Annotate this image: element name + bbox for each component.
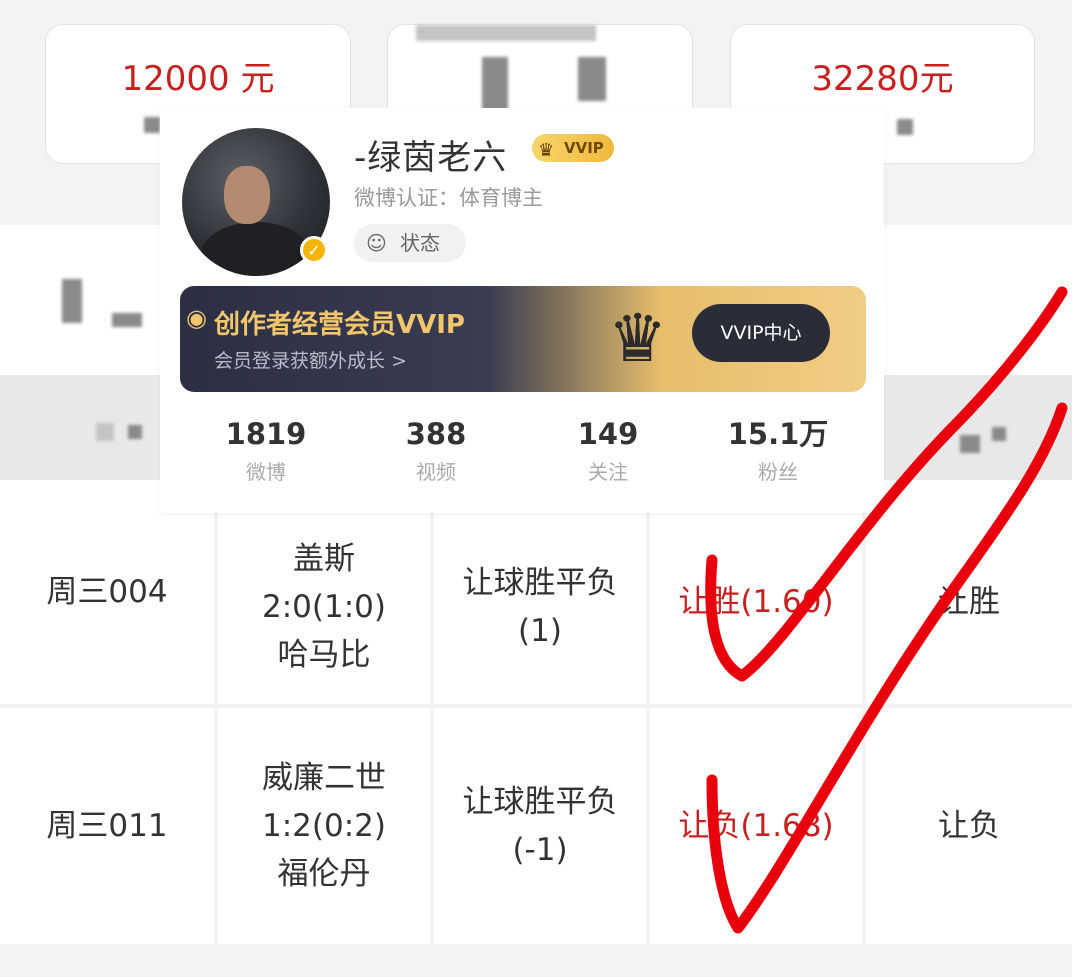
verification-text: 微博认证：体育博主 bbox=[354, 186, 543, 210]
blurred-value bbox=[416, 25, 596, 41]
blurred-label bbox=[897, 119, 913, 135]
table-cell-pick: 让负(1.68) bbox=[650, 708, 862, 944]
table-cell-match: 盖斯 2:0(1:0) 哈马比 bbox=[218, 480, 430, 704]
avatar-body bbox=[200, 222, 312, 276]
match-id: 周三004 bbox=[46, 574, 168, 610]
stat-card-value: 32280元 bbox=[811, 59, 954, 99]
result: 让负 bbox=[938, 808, 1000, 844]
pick: 让负(1.68) bbox=[678, 808, 834, 844]
table-cell-match: 威廉二世 1:2(0:2) 福伦丹 bbox=[218, 708, 430, 944]
status-button[interactable]: ☺ 状态 bbox=[354, 224, 466, 262]
crown-icon: ♛ bbox=[608, 300, 668, 377]
pick: 让胜(1.60) bbox=[678, 584, 834, 620]
stat-label: 粉丝 bbox=[758, 460, 798, 484]
stat-number: 15.1万 bbox=[727, 417, 829, 451]
profile-stat-weibo[interactable]: 1819 微博 bbox=[186, 416, 346, 492]
profile-stat-following[interactable]: 149 关注 bbox=[528, 416, 688, 492]
blurred-header-cell bbox=[96, 423, 114, 441]
play-handicap: (-1) bbox=[512, 832, 568, 868]
bottom-bar bbox=[0, 950, 1072, 977]
stat-number: 1819 bbox=[225, 417, 307, 451]
blurred-section-title bbox=[112, 313, 142, 327]
blurred-header-cell bbox=[992, 427, 1006, 441]
table-cell-play: 让球胜平负 (1) bbox=[434, 480, 646, 704]
table-cell-result: 让负 bbox=[866, 708, 1072, 944]
stat-card-value: 12000 元 bbox=[121, 59, 275, 99]
away-team: 福伦丹 bbox=[277, 856, 371, 892]
verified-icon: ✓ bbox=[300, 236, 328, 264]
stat-label: 关注 bbox=[588, 460, 628, 484]
vvip-badge[interactable]: ♛ VVIP bbox=[532, 134, 614, 162]
profile-stat-followers[interactable]: 15.1万 粉丝 bbox=[698, 416, 858, 492]
blurred-section-title bbox=[62, 279, 82, 323]
score: 2:0(1:0) bbox=[262, 589, 386, 625]
status-icon: ☺ bbox=[366, 231, 387, 255]
play-type: 让球胜平负 bbox=[462, 565, 618, 601]
home-team: 威廉二世 bbox=[262, 760, 386, 796]
status-label: 状态 bbox=[400, 231, 440, 255]
table-cell-id: 周三011 bbox=[0, 708, 214, 944]
play-type: 让球胜平负 bbox=[462, 784, 618, 820]
blurred-header-cell bbox=[960, 435, 980, 453]
banner-subtitle[interactable]: 会员登录获额外成长 > bbox=[214, 346, 407, 373]
home-team: 盖斯 bbox=[293, 541, 355, 577]
vvip-center-button[interactable]: VVIP中心 bbox=[692, 304, 830, 362]
vvip-badge-label: VVIP bbox=[564, 139, 604, 157]
blurred-value bbox=[578, 57, 606, 101]
table-cell-id: 周三004 bbox=[0, 480, 214, 704]
table-cell-pick: 让胜(1.60) bbox=[650, 480, 862, 704]
stat-number: 388 bbox=[405, 417, 467, 451]
crown-icon: ♛ bbox=[538, 140, 555, 161]
table-cell-result: 让胜 bbox=[866, 480, 1072, 704]
blurred-header-cell bbox=[128, 425, 142, 439]
table-cell-play: 让球胜平负 (-1) bbox=[434, 708, 646, 944]
vvip-banner[interactable]: ◉ 创作者经营会员VVIP 会员登录获额外成长 > ♛ VVIP中心 bbox=[180, 286, 866, 392]
profile-card: ✓ -绿茵老六 ♛ VVIP 微博认证：体育博主 ☺ 状态 ◉ 创作者经营会员V… bbox=[160, 108, 884, 513]
stat-label: 微博 bbox=[246, 460, 286, 484]
match-id: 周三011 bbox=[46, 808, 168, 844]
profile-name[interactable]: -绿茵老六 bbox=[354, 130, 507, 179]
banner-title: 创作者经营会员VVIP bbox=[214, 310, 465, 340]
avatar-face bbox=[224, 166, 270, 224]
score: 1:2(0:2) bbox=[262, 808, 386, 844]
stat-number: 149 bbox=[577, 417, 639, 451]
play-handicap: (1) bbox=[518, 613, 562, 649]
blurred-value bbox=[482, 57, 508, 113]
away-team: 哈马比 bbox=[277, 637, 371, 673]
result: 让胜 bbox=[938, 584, 1000, 620]
stat-label: 视频 bbox=[416, 460, 456, 484]
profile-stat-videos[interactable]: 388 视频 bbox=[356, 416, 516, 492]
weibo-logo-icon: ◉ bbox=[186, 304, 207, 332]
blurred-label bbox=[144, 117, 160, 133]
